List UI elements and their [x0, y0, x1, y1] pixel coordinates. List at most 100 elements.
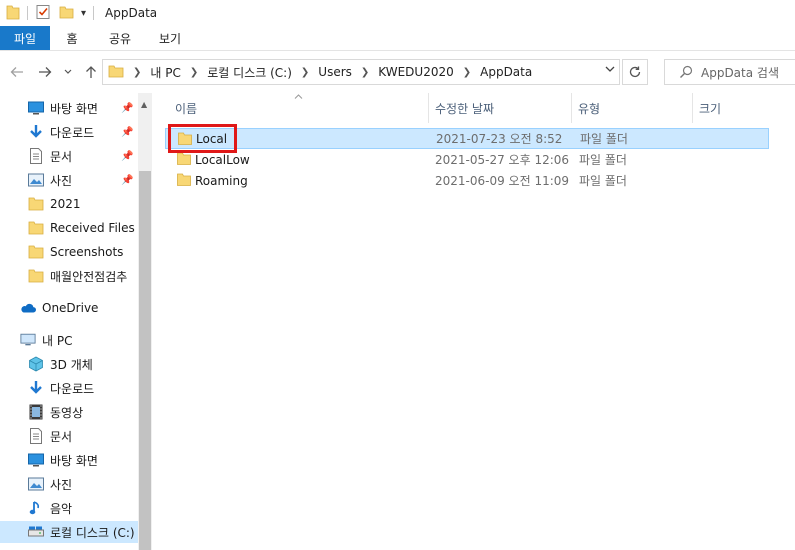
column-header-modified[interactable]: 수정한 날짜	[429, 93, 572, 123]
tab-home[interactable]: 홈	[50, 26, 94, 50]
pin-icon[interactable]: 📌	[121, 127, 133, 138]
nav-item-this-pc[interactable]: 내 PC	[0, 329, 138, 351]
music-icon	[28, 500, 44, 516]
chevron-right-icon[interactable]: ❯	[463, 67, 471, 78]
window-title: AppData	[105, 6, 158, 20]
column-header-name[interactable]: 이름	[152, 93, 429, 123]
toolbar-separator	[93, 6, 95, 20]
nav-item-screenshots[interactable]: Screenshots	[0, 241, 138, 263]
onedrive-icon	[20, 300, 36, 316]
nav-item-videos[interactable]: 동영상	[0, 401, 138, 423]
table-row[interactable]: Roaming 2021-06-09 오전 11:09 파일 폴더	[165, 170, 769, 191]
breadcrumb-appdata[interactable]: AppData	[480, 65, 532, 79]
refresh-button[interactable]	[622, 59, 648, 85]
nav-item-folder-2021[interactable]: 2021	[0, 193, 138, 215]
breadcrumb-local-disk[interactable]: 로컬 디스크 (C:)	[207, 64, 292, 81]
nav-item-pictures-pc[interactable]: 사진	[0, 473, 138, 495]
breadcrumb-user[interactable]: KWEDU2020	[378, 65, 453, 79]
nav-item-pictures[interactable]: 사진 📌	[0, 169, 138, 191]
folder-icon	[177, 173, 191, 189]
file-modified: 2021-07-23 오전 8:52	[436, 132, 563, 146]
pin-icon[interactable]: 📌	[121, 175, 133, 186]
folder-icon	[28, 244, 44, 260]
file-type: 파일 폴더	[580, 132, 628, 146]
nav-item-received-files[interactable]: Received Files	[0, 217, 138, 239]
nav-item-local-disk[interactable]: 로컬 디스크 (C:)	[0, 521, 138, 543]
nav-item-documents[interactable]: 문서 📌	[0, 145, 138, 167]
pc-icon	[20, 332, 36, 348]
recent-locations-button[interactable]	[61, 60, 75, 84]
file-modified: 2021-05-27 오후 12:06	[435, 153, 570, 167]
column-header-size[interactable]: 크기	[693, 93, 783, 123]
sort-up-icon	[294, 92, 303, 101]
pin-icon[interactable]: 📌	[121, 151, 133, 162]
search-input[interactable]: AppData 검색	[664, 59, 795, 85]
nav-item-label: 다운로드	[50, 125, 95, 140]
file-type: 파일 폴더	[579, 153, 627, 167]
nav-item-downloads[interactable]: 다운로드 📌	[0, 121, 138, 143]
folder-icon	[108, 63, 124, 82]
chevron-right-icon[interactable]: ❯	[361, 67, 369, 78]
drive-icon	[28, 524, 44, 540]
nav-item-documents-pc[interactable]: 문서	[0, 425, 138, 447]
tab-file[interactable]: 파일	[0, 26, 50, 50]
nav-item-safety-check[interactable]: 매월안전점검추	[0, 265, 138, 287]
3d-objects-icon	[28, 356, 44, 372]
nav-item-label: 동영상	[50, 405, 84, 420]
nav-item-desktop-pc[interactable]: 바탕 화면	[0, 449, 138, 471]
properties-icon[interactable]	[35, 4, 51, 23]
address-bar[interactable]: ❯ 내 PC ❯ 로컬 디스크 (C:) ❯ Users ❯ KWEDU2020…	[102, 59, 620, 85]
scrollbar-thumb[interactable]	[139, 171, 151, 550]
document-icon	[28, 148, 44, 164]
nav-item-label: 음악	[50, 501, 73, 516]
column-header-type[interactable]: 유형	[572, 93, 693, 123]
nav-item-label: 내 PC	[42, 333, 73, 348]
nav-item-label: 문서	[50, 149, 73, 164]
nav-scrollbar[interactable]: ▲	[138, 93, 152, 550]
nav-item-label: OneDrive	[42, 301, 99, 315]
video-icon	[28, 404, 44, 420]
chevron-right-icon[interactable]: ❯	[301, 67, 309, 78]
back-button[interactable]	[5, 60, 29, 84]
chevron-right-icon[interactable]: ❯	[190, 67, 198, 78]
tab-view[interactable]: 보기	[146, 26, 194, 50]
download-icon	[28, 124, 44, 140]
new-folder-icon[interactable]	[59, 4, 75, 23]
chevron-down-icon[interactable]	[605, 65, 615, 76]
nav-item-downloads-pc[interactable]: 다운로드	[0, 377, 138, 399]
navigation-pane: 바탕 화면 📌 다운로드 📌 문서 📌 사진 📌 2021 Received F…	[0, 93, 152, 550]
chevron-down-icon	[64, 69, 72, 74]
table-row[interactable]: Local 2021-07-23 오전 8:52 파일 폴더	[165, 128, 769, 149]
quick-access-toolbar: ▾	[6, 4, 97, 23]
breadcrumb-users[interactable]: Users	[318, 65, 352, 79]
nav-item-desktop[interactable]: 바탕 화면 📌	[0, 97, 138, 119]
column-header-label: 크기	[699, 101, 722, 116]
tab-share[interactable]: 공유	[94, 26, 146, 50]
folder-icon	[28, 220, 44, 236]
toolbar-separator	[27, 6, 28, 20]
up-button[interactable]	[79, 60, 103, 84]
chevron-right-icon[interactable]: ❯	[133, 67, 141, 78]
nav-item-label: 사진	[50, 477, 73, 492]
forward-button[interactable]	[33, 60, 57, 84]
table-row[interactable]: LocalLow 2021-05-27 오후 12:06 파일 폴더	[165, 149, 769, 170]
desktop-icon	[28, 452, 44, 468]
folder-icon	[28, 196, 44, 212]
pictures-icon	[28, 476, 44, 492]
scroll-up-icon[interactable]: ▲	[141, 100, 147, 109]
file-name: Roaming	[195, 173, 248, 188]
nav-item-label: 사진	[50, 173, 73, 188]
nav-item-label: 바탕 화면	[50, 453, 98, 468]
title-bar: ▾ AppData	[0, 0, 795, 26]
nav-item-label: 매월안전점검추	[50, 269, 128, 284]
refresh-icon	[629, 66, 641, 78]
pin-icon[interactable]: 📌	[121, 103, 133, 114]
nav-item-3d-objects[interactable]: 3D 개체	[0, 353, 138, 375]
breadcrumb-this-pc[interactable]: 내 PC	[150, 64, 180, 81]
search-placeholder: AppData 검색	[701, 65, 779, 80]
arrow-right-icon	[39, 67, 52, 77]
chevron-down-icon[interactable]: ▾	[81, 8, 86, 19]
nav-item-music[interactable]: 음악	[0, 497, 138, 519]
nav-item-onedrive[interactable]: OneDrive	[0, 297, 138, 319]
folder-icon	[28, 268, 44, 284]
